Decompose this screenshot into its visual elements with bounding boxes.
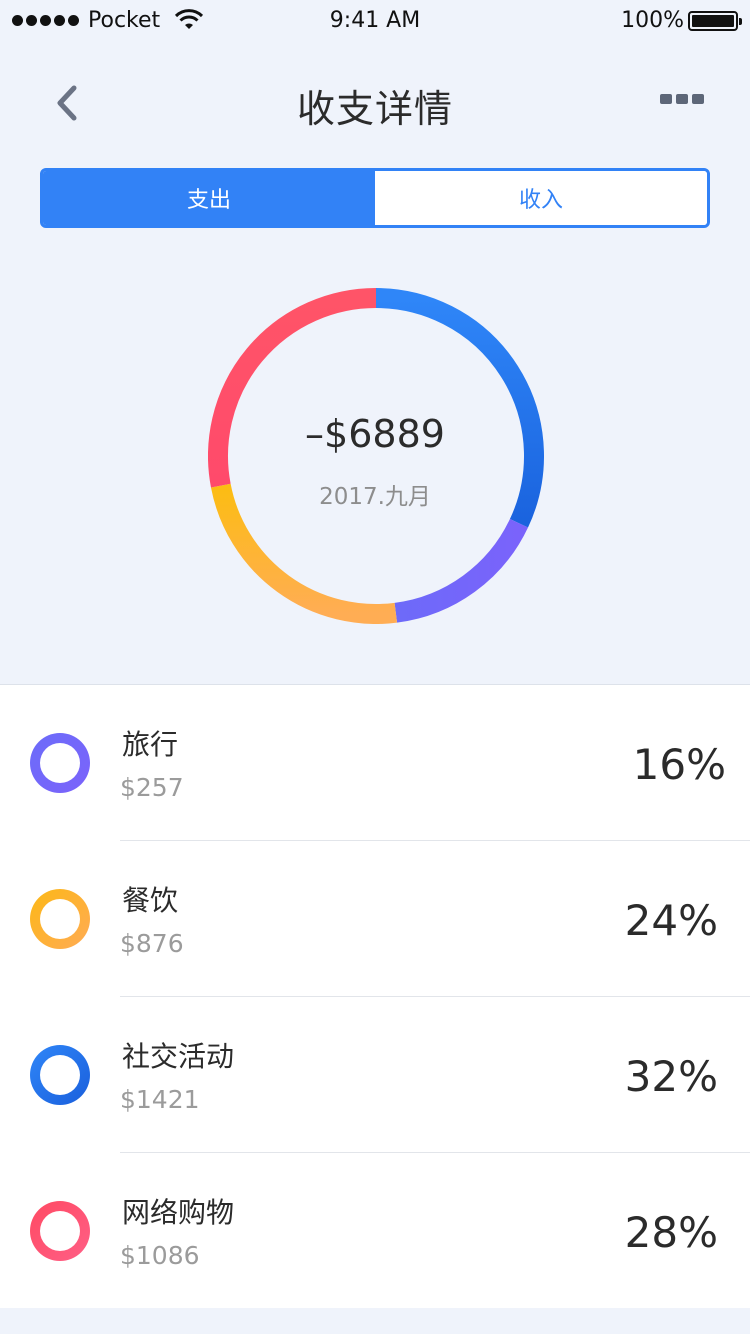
shopping-ring-icon xyxy=(30,1201,90,1261)
item-name: 网络购物 xyxy=(122,1196,235,1229)
item-name: 社交活动 xyxy=(122,1040,235,1073)
item-amount: $257 xyxy=(120,773,184,802)
screen: Pocket 9:41 AM 100% 收支详情 支出 收入 –$6889 20… xyxy=(0,0,750,1334)
item-amount: $876 xyxy=(120,929,184,958)
page-title: 收支详情 xyxy=(296,87,453,131)
battery-icon xyxy=(688,11,742,31)
donut-chart xyxy=(208,288,544,624)
item-amount: $1086 xyxy=(120,1241,200,1270)
tab-income[interactable]: 收入 xyxy=(375,171,707,225)
dining-ring-icon xyxy=(30,889,90,949)
list-item-social[interactable]: 社交活动 $1421 32% xyxy=(0,997,750,1153)
item-percent: 24% xyxy=(624,896,718,945)
donut-segment-shopping xyxy=(208,288,377,488)
item-name: 旅行 xyxy=(122,728,179,761)
item-name: 餐饮 xyxy=(122,884,179,917)
list-item-dining[interactable]: 餐饮 $876 24% xyxy=(0,841,750,997)
item-percent: 32% xyxy=(624,1052,718,1101)
list-item-shopping[interactable]: 网络购物 $1086 28% xyxy=(0,1153,750,1309)
donut-segment-travel xyxy=(394,518,529,623)
total-period: 2017.九月 xyxy=(319,484,431,510)
tab-expense[interactable]: 支出 xyxy=(43,171,375,225)
item-percent: 28% xyxy=(624,1208,718,1257)
item-amount: $1421 xyxy=(120,1085,200,1114)
travel-ring-icon xyxy=(30,733,90,793)
segment-control: 支出 收入 xyxy=(40,168,710,228)
more-dots-icon xyxy=(660,94,672,104)
battery-percent: 100% xyxy=(621,8,684,33)
list-item-travel[interactable]: 旅行 $257 16% xyxy=(0,685,750,841)
total-amount: –$6889 xyxy=(305,412,445,456)
social-ring-icon xyxy=(30,1045,90,1105)
item-percent: 16% xyxy=(632,740,726,789)
donut-chart-svg xyxy=(208,288,544,624)
more-button[interactable] xyxy=(660,94,704,112)
category-list: 旅行 $257 16% 餐饮 $876 24% 社交活动 $1421 32% 网… xyxy=(0,684,750,1308)
status-bar: Pocket 9:41 AM 100% xyxy=(0,0,750,44)
